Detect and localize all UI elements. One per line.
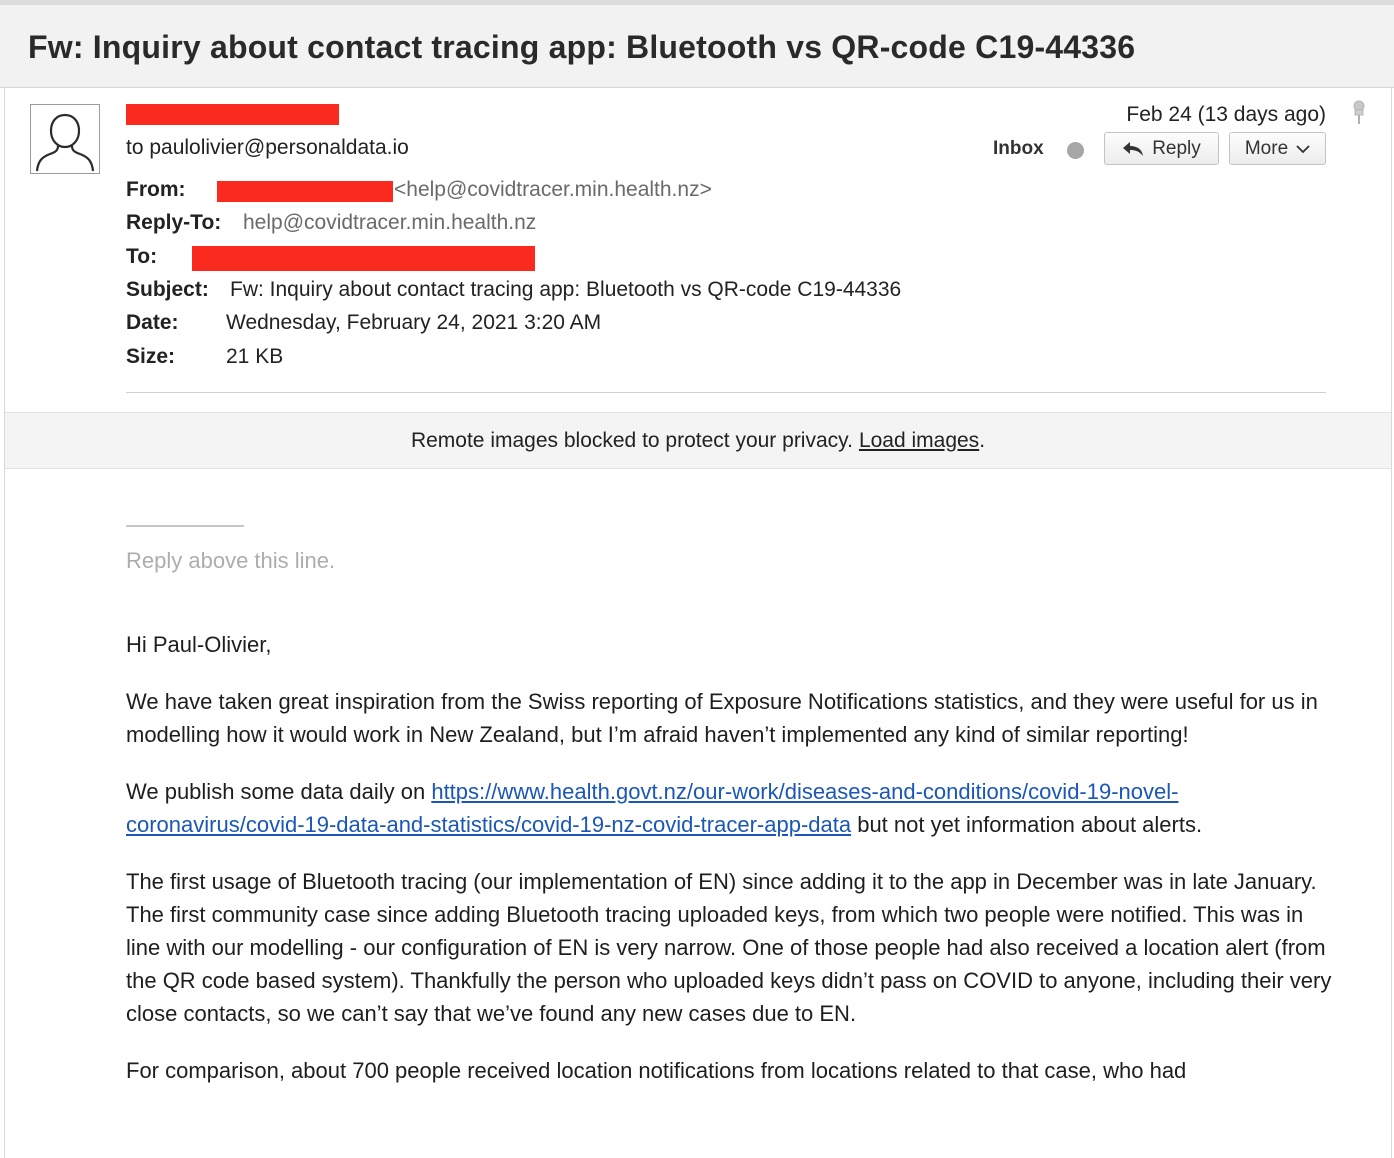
- quote-divider: [126, 525, 244, 527]
- status-dot-icon: [1067, 142, 1084, 159]
- avatar-silhouette-icon: [35, 113, 95, 172]
- date-label: Date:: [126, 311, 179, 334]
- chevron-down-icon: [1296, 144, 1310, 153]
- reply-arrow-icon: [1123, 141, 1144, 156]
- redacted-sender-name: [126, 104, 339, 125]
- from-label: From:: [126, 178, 186, 201]
- remote-images-notice: Remote images blocked to protect your pr…: [5, 412, 1391, 469]
- load-images-link[interactable]: Load images: [859, 429, 979, 453]
- reply-to-address[interactable]: help@covidtracer.min.health.nz: [243, 211, 536, 235]
- subject-bar: Fw: Inquiry about contact tracing app: B…: [0, 0, 1394, 88]
- sender-avatar: [30, 104, 100, 174]
- reply-button-label: Reply: [1152, 137, 1201, 159]
- email-date-relative: Feb 24 (13 days ago): [1126, 103, 1326, 126]
- notice-period: .: [979, 428, 986, 452]
- folder-label[interactable]: Inbox: [993, 138, 1044, 160]
- body-paragraph-1: We have taken great inspiration from the…: [126, 689, 1318, 747]
- pin-icon[interactable]: [1350, 100, 1368, 126]
- redacted-to-address: [192, 246, 535, 271]
- size-value: 21 KB: [226, 345, 284, 368]
- subject-label: Subject:: [126, 278, 209, 301]
- more-button[interactable]: More: [1229, 132, 1326, 165]
- recipient-summary: to paulolivier@personaldata.io: [126, 136, 409, 159]
- redacted-from-name: [217, 181, 393, 202]
- more-button-label: More: [1244, 137, 1289, 159]
- from-address[interactable]: <help@covidtracer.min.health.nz>: [394, 178, 712, 202]
- reply-above-line-text: Reply above this line.: [126, 548, 336, 573]
- to-label: To:: [126, 245, 158, 268]
- reply-button[interactable]: Reply: [1104, 132, 1219, 165]
- email-subject-title: Fw: Inquiry about contact tracing app: B…: [28, 29, 1136, 65]
- images-blocked-text: Remote images blocked to protect your pr…: [410, 428, 853, 452]
- subject-value: Fw: Inquiry about contact tracing app: B…: [230, 278, 902, 301]
- body-p2-after: but not yet information about alerts.: [851, 812, 1203, 837]
- message-panel: to paulolivier@personaldata.io Feb 24 (1…: [4, 88, 1392, 1158]
- reply-to-label: Reply-To:: [126, 211, 222, 234]
- date-value: Wednesday, February 24, 2021 3:20 AM: [226, 311, 602, 334]
- body-paragraph-4: For comparison, about 700 people receive…: [126, 1058, 1187, 1083]
- body-paragraph-2: We publish some data daily on https://ww…: [126, 775, 1336, 841]
- size-label: Size:: [126, 345, 176, 368]
- body-paragraph-3: The first usage of Bluetooth tracing (ou…: [126, 869, 1332, 1026]
- body-p2-before: We publish some data daily on: [126, 779, 432, 804]
- header-divider: [126, 392, 1326, 393]
- body-greeting: Hi Paul-Olivier,: [126, 632, 272, 657]
- email-body: Hi Paul-Olivier, We have taken great ins…: [126, 628, 1336, 1111]
